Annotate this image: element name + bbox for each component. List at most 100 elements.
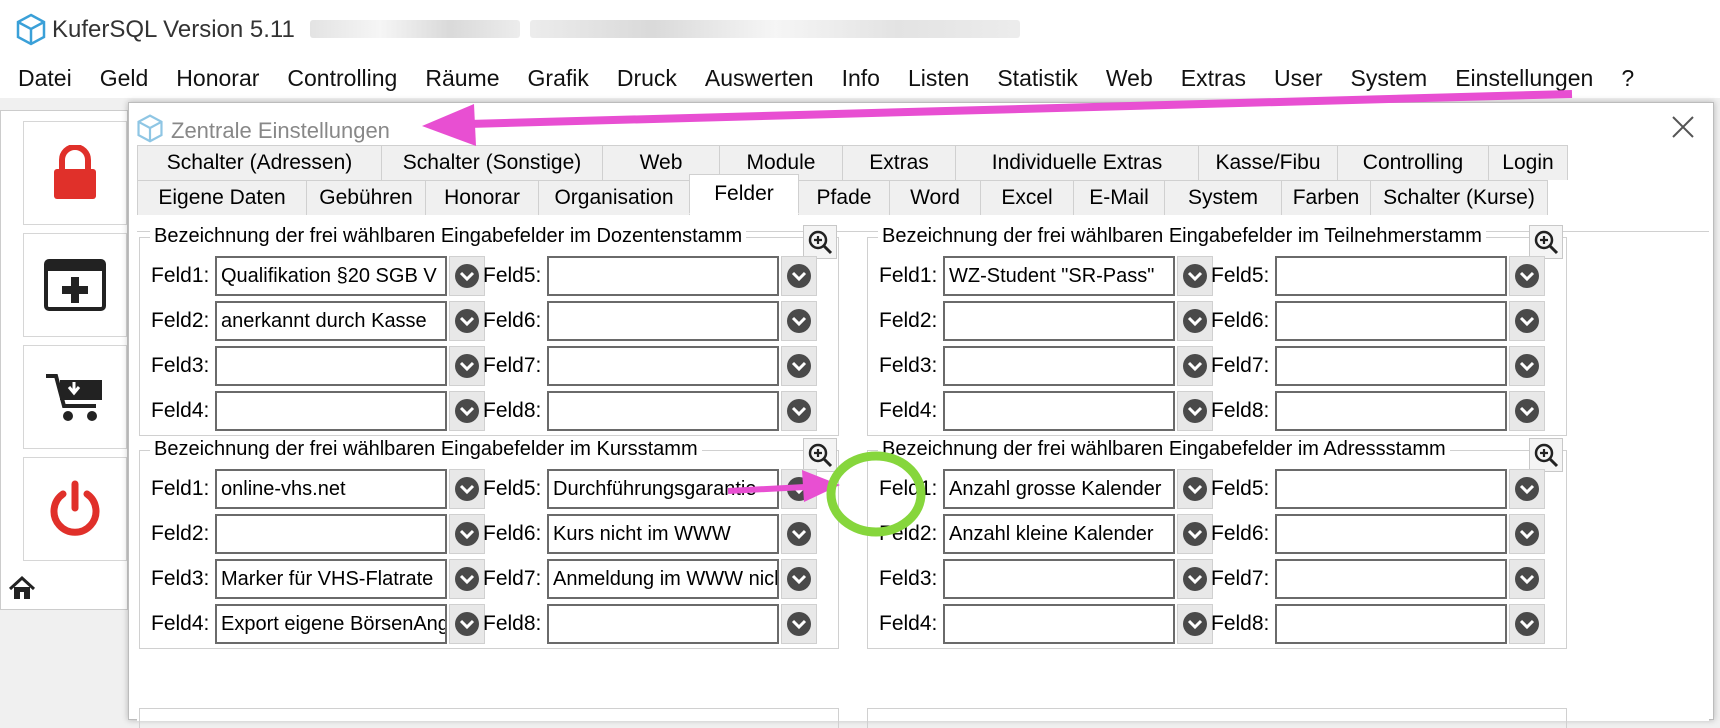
menu-controlling[interactable]: Controlling — [287, 65, 397, 92]
dropdown-button[interactable] — [1509, 469, 1545, 509]
dropdown-button[interactable] — [1509, 256, 1545, 296]
tab-extras[interactable]: Extras — [842, 145, 956, 180]
field-input[interactable]: Kurs nicht im WWW — [547, 514, 779, 554]
dropdown-button[interactable] — [1509, 514, 1545, 554]
zoom-button[interactable] — [1529, 438, 1563, 472]
field-input[interactable] — [1275, 391, 1507, 431]
dropdown-button[interactable] — [1177, 391, 1213, 431]
field-input[interactable] — [547, 391, 779, 431]
cart-import-button[interactable] — [23, 345, 127, 449]
dropdown-button[interactable] — [781, 469, 817, 509]
dropdown-button[interactable] — [781, 301, 817, 341]
tab-honorar[interactable]: Honorar — [425, 180, 539, 215]
field-input[interactable] — [943, 301, 1175, 341]
dropdown-button[interactable] — [449, 469, 485, 509]
field-input[interactable]: Qualifikation §20 SGB V — [215, 256, 447, 296]
field-input[interactable]: Export eigene BörsenAngebote — [215, 604, 447, 644]
tab-login[interactable]: Login — [1488, 145, 1568, 180]
dropdown-button[interactable] — [781, 514, 817, 554]
field-input[interactable] — [1275, 256, 1507, 296]
field-input[interactable]: Marker für VHS-Flatrate — [215, 559, 447, 599]
field-input[interactable]: anerkannt durch Kasse — [215, 301, 447, 341]
tab-system[interactable]: System — [1164, 180, 1282, 215]
dropdown-button[interactable] — [781, 604, 817, 644]
menu-listen[interactable]: Listen — [908, 65, 969, 92]
close-icon[interactable] — [1667, 111, 1699, 143]
dropdown-button[interactable] — [1177, 301, 1213, 341]
zoom-button[interactable] — [1529, 225, 1563, 259]
dropdown-button[interactable] — [449, 256, 485, 296]
tab-excel[interactable]: Excel — [980, 180, 1074, 215]
tab-farben[interactable]: Farben — [1281, 180, 1371, 215]
menu-geld[interactable]: Geld — [100, 65, 149, 92]
field-input[interactable] — [547, 301, 779, 341]
dropdown-button[interactable] — [449, 559, 485, 599]
tab-e-mail[interactable]: E-Mail — [1073, 180, 1165, 215]
field-input[interactable]: Anmeldung im WWW nicht möglich — [547, 559, 779, 599]
field-input[interactable] — [1275, 604, 1507, 644]
field-input[interactable]: WZ-Student "SR-Pass" — [943, 256, 1175, 296]
dropdown-button[interactable] — [781, 559, 817, 599]
menu-datei[interactable]: Datei — [18, 65, 72, 92]
dropdown-button[interactable] — [1177, 256, 1213, 296]
tab-schalter-sonstige-[interactable]: Schalter (Sonstige) — [381, 145, 603, 180]
dropdown-button[interactable] — [1177, 346, 1213, 386]
menu-druck[interactable]: Druck — [617, 65, 677, 92]
dropdown-button[interactable] — [781, 346, 817, 386]
tab-organisation[interactable]: Organisation — [538, 180, 690, 215]
dropdown-button[interactable] — [1177, 469, 1213, 509]
field-input[interactable] — [943, 346, 1175, 386]
field-input[interactable] — [547, 256, 779, 296]
dropdown-button[interactable] — [449, 604, 485, 644]
menu-auswerten[interactable]: Auswerten — [705, 65, 814, 92]
dropdown-button[interactable] — [1177, 559, 1213, 599]
zoom-button[interactable] — [803, 225, 837, 259]
dropdown-button[interactable] — [449, 514, 485, 554]
dropdown-button[interactable] — [1509, 559, 1545, 599]
tab-individuelle-extras[interactable]: Individuelle Extras — [955, 145, 1199, 180]
field-input[interactable] — [943, 604, 1175, 644]
menu-web[interactable]: Web — [1106, 65, 1153, 92]
field-input[interactable] — [215, 514, 447, 554]
menu--[interactable]: ? — [1621, 65, 1634, 92]
dropdown-button[interactable] — [449, 346, 485, 386]
dropdown-button[interactable] — [781, 256, 817, 296]
field-input[interactable] — [215, 346, 447, 386]
menu-honorar[interactable]: Honorar — [176, 65, 259, 92]
tab-controlling[interactable]: Controlling — [1337, 145, 1489, 180]
power-button[interactable] — [23, 457, 127, 561]
tab-schalter-kurse-[interactable]: Schalter (Kurse) — [1370, 180, 1548, 215]
tab-gebühren[interactable]: Gebühren — [306, 180, 426, 215]
dropdown-button[interactable] — [1177, 604, 1213, 644]
field-input[interactable] — [943, 391, 1175, 431]
dropdown-button[interactable] — [1509, 346, 1545, 386]
dropdown-button[interactable] — [1509, 301, 1545, 341]
menu-statistik[interactable]: Statistik — [997, 65, 1078, 92]
menu-system[interactable]: System — [1351, 65, 1428, 92]
menu-info[interactable]: Info — [842, 65, 880, 92]
tab-felder[interactable]: Felder — [689, 174, 799, 214]
field-input[interactable]: Anzahl kleine Kalender — [943, 514, 1175, 554]
menu-grafik[interactable]: Grafik — [528, 65, 589, 92]
field-input[interactable] — [1275, 514, 1507, 554]
tab-eigene-daten[interactable]: Eigene Daten — [137, 180, 307, 215]
field-input[interactable]: online-vhs.net — [215, 469, 447, 509]
home-icon[interactable] — [8, 575, 36, 601]
menu-user[interactable]: User — [1274, 65, 1323, 92]
tab-word[interactable]: Word — [889, 180, 981, 215]
field-input[interactable] — [547, 346, 779, 386]
field-input[interactable] — [943, 559, 1175, 599]
dropdown-button[interactable] — [1177, 514, 1213, 554]
field-input[interactable] — [547, 604, 779, 644]
field-input[interactable]: Durchführungsgarantie — [547, 469, 779, 509]
tab-kasse-fibu[interactable]: Kasse/Fibu — [1198, 145, 1338, 180]
dropdown-button[interactable] — [449, 301, 485, 341]
zoom-button[interactable] — [803, 438, 837, 472]
field-input[interactable] — [1275, 301, 1507, 341]
dropdown-button[interactable] — [449, 391, 485, 431]
field-input[interactable] — [215, 391, 447, 431]
tab-pfade[interactable]: Pfade — [798, 180, 890, 215]
field-input[interactable]: Anzahl grosse Kalender — [943, 469, 1175, 509]
dropdown-button[interactable] — [781, 391, 817, 431]
field-input[interactable] — [1275, 469, 1507, 509]
